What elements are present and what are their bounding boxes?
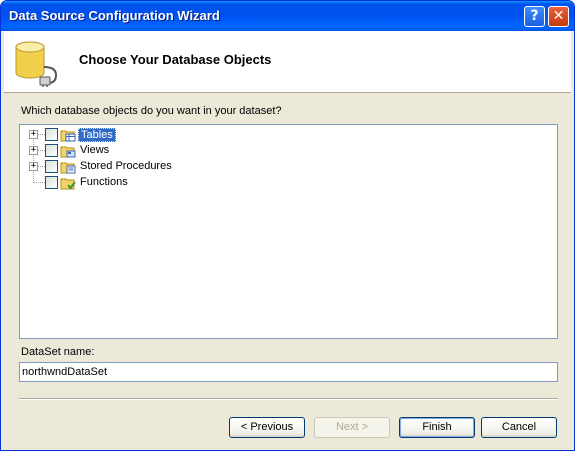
tree-connector — [33, 182, 45, 183]
question-icon: ? — [530, 8, 539, 24]
tree-node-views[interactable]: + Views — [20, 143, 320, 159]
previous-button[interactable]: < Previous — [229, 417, 305, 438]
tree-node-label[interactable]: Stored Procedures — [78, 160, 174, 174]
next-button[interactable]: Next > — [314, 417, 390, 438]
tree-node-label[interactable]: Tables — [78, 128, 116, 142]
stored-procedures-folder-icon — [60, 162, 76, 174]
expand-icon[interactable]: + — [29, 162, 38, 171]
tree-node-label[interactable]: Views — [78, 144, 111, 158]
title-bar[interactable]: Data Source Configuration Wizard ? ✕ — [1, 1, 574, 31]
tree-node-label[interactable]: Functions — [78, 176, 130, 190]
database-objects-tree[interactable]: + Tables + Views + Stored Procedures Fun… — [19, 124, 558, 339]
tree-node-stored-procedures[interactable]: + Stored Procedures — [20, 159, 320, 175]
views-folder-icon — [60, 146, 76, 158]
views-checkbox[interactable] — [45, 144, 58, 157]
tree-connector — [38, 134, 45, 135]
wizard-header: Choose Your Database Objects — [4, 31, 571, 93]
window-title: Data Source Configuration Wizard — [9, 8, 220, 23]
page-title: Choose Your Database Objects — [79, 52, 272, 67]
prompt-label: Which database objects do you want in yo… — [21, 105, 282, 117]
tree-node-functions[interactable]: Functions — [20, 175, 320, 191]
expand-icon[interactable]: + — [29, 130, 38, 139]
functions-folder-icon — [60, 178, 76, 190]
database-plug-icon — [15, 41, 58, 87]
tables-checkbox[interactable] — [45, 128, 58, 141]
tree-connector — [38, 166, 45, 167]
divider — [19, 398, 558, 400]
dataset-name-input[interactable] — [19, 362, 558, 382]
wizard-window: Data Source Configuration Wizard ? ✕ Cho… — [0, 0, 575, 451]
help-button[interactable]: ? — [524, 6, 545, 27]
dataset-name-label: DataSet name: — [21, 346, 95, 358]
finish-button[interactable]: Finish — [399, 417, 475, 438]
close-icon: ✕ — [552, 8, 565, 24]
tree-node-tables[interactable]: + Tables — [20, 127, 320, 143]
expand-icon[interactable]: + — [29, 146, 38, 155]
functions-checkbox[interactable] — [45, 176, 58, 189]
tree-connector — [38, 150, 45, 151]
cancel-button[interactable]: Cancel — [481, 417, 557, 438]
close-button[interactable]: ✕ — [548, 6, 569, 27]
tables-folder-icon — [60, 130, 76, 142]
stored-procedures-checkbox[interactable] — [45, 160, 58, 173]
